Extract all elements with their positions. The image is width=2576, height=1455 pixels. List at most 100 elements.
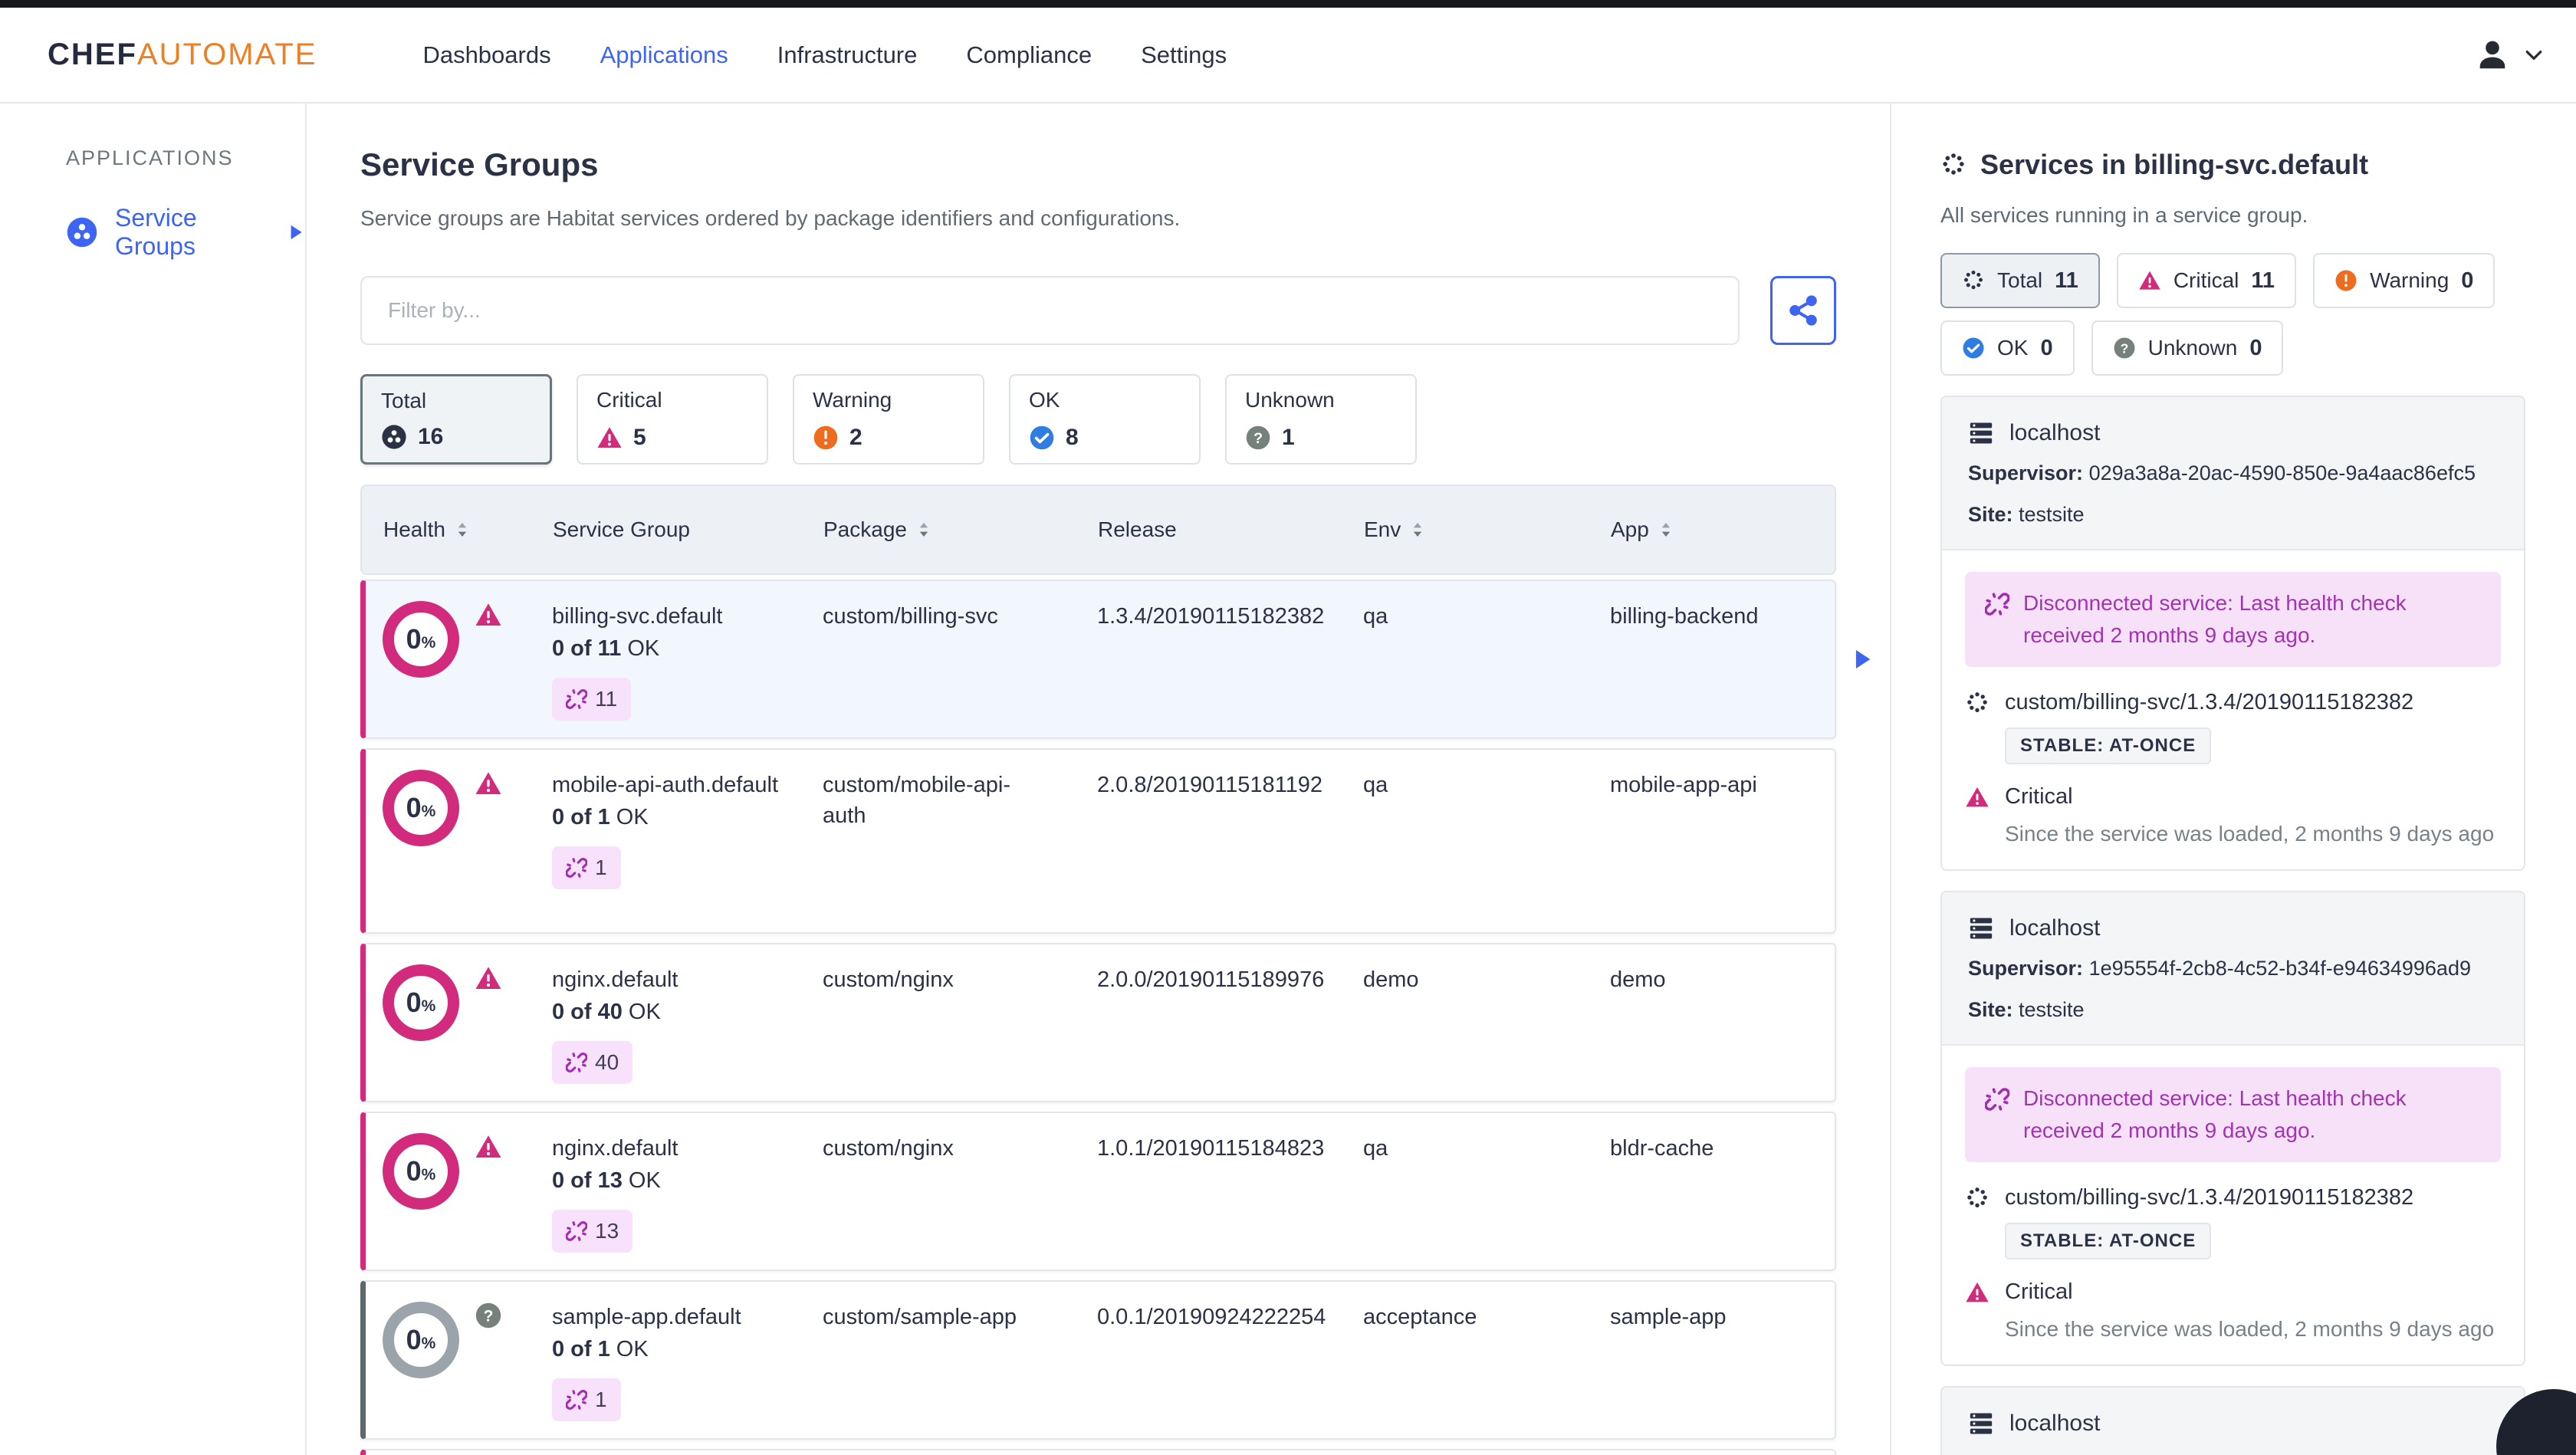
chevron-down-icon — [2522, 44, 2545, 67]
disconnected-count-badge[interactable]: 40 — [552, 1041, 633, 1084]
pill-ok[interactable]: OK 0 — [1940, 320, 2075, 376]
logo-chef: CHEF — [48, 38, 137, 71]
disconnected-count-badge[interactable]: 1 — [552, 846, 621, 889]
health-donut: 0 % — [383, 770, 459, 846]
nav-settings[interactable]: Settings — [1141, 41, 1227, 69]
app-cell: demo — [1610, 967, 1666, 992]
env-cell: qa — [1363, 604, 1388, 629]
service-group-dots-icon — [1940, 152, 1967, 178]
summary-card-unknown[interactable]: Unknown 1 — [1225, 374, 1417, 465]
table-row[interactable]: 0 % nginx.default 0 of 40 OK 40 custom/n… — [360, 943, 1836, 1102]
table-header: Health Service Group Package Release Env… — [360, 484, 1836, 575]
service-group-name: mobile-api-auth.default — [552, 773, 779, 797]
column-header-package[interactable]: Package — [823, 517, 1098, 542]
critical-icon — [1965, 785, 1990, 810]
sort-icon — [915, 521, 933, 539]
unknown-icon — [2113, 337, 2136, 360]
summary-card-label: Critical — [596, 388, 662, 412]
package-dots-icon — [1965, 691, 1990, 715]
unknown-icon — [1245, 425, 1271, 451]
service-card-body: Disconnected service: Last health check … — [1942, 550, 2524, 869]
status-line: Critical — [1965, 1279, 2501, 1305]
health-donut: 0 % — [383, 1302, 459, 1378]
chef-automate-logo[interactable]: CHEF AUTOMATE — [48, 38, 317, 72]
sidebar-heading: APPLICATIONS — [66, 146, 234, 169]
pill-unknown[interactable]: Unknown 0 — [2091, 320, 2284, 376]
critical-icon — [475, 770, 502, 797]
table-row[interactable]: 0 % sample-app.default 0 of 1 OK 1 custo… — [360, 1280, 1836, 1440]
package-identifier: custom/billing-svc/1.3.4/20190115182382 — [1965, 1185, 2501, 1210]
health-cell: 0 % — [383, 1133, 552, 1210]
nav-applications[interactable]: Applications — [600, 41, 728, 69]
summary-card-count: 5 — [633, 425, 646, 450]
supervisor-id: 2fb65869-de1b-4341-8150-3f8a7e4c5dee — [2089, 1452, 2472, 1455]
disconnected-count-badge[interactable]: 13 — [552, 1210, 633, 1253]
critical-icon — [475, 964, 502, 992]
summary-card-total[interactable]: Total 16 — [360, 374, 552, 465]
column-header-env[interactable]: Env — [1364, 517, 1611, 542]
service-card[interactable]: localhost Supervisor: 1e95554f-2cb8-4c52… — [1940, 891, 2525, 1366]
env-cell: qa — [1363, 773, 1388, 797]
table-row[interactable]: 0 % mobile-api-auth.default 0 of 1 OK 1 … — [360, 748, 1836, 934]
table-row[interactable]: 0 % billing-svc.default 0 of 11 OK 11 cu… — [360, 580, 1836, 739]
release-cell: 2.0.8/20190115181192 — [1097, 773, 1323, 797]
column-header-service-group[interactable]: Service Group — [553, 517, 823, 542]
total-dots-icon — [1962, 269, 1985, 292]
nav-dashboards[interactable]: Dashboards — [422, 41, 550, 69]
warning-icon — [813, 425, 839, 451]
pill-critical[interactable]: Critical 11 — [2116, 253, 2297, 308]
service-card[interactable]: localhost Supervisor: 2fb65869-de1b-4341… — [1940, 1386, 2525, 1455]
sort-icon — [453, 521, 472, 539]
broken-link-icon — [1985, 592, 2009, 616]
broken-link-icon — [566, 688, 587, 710]
env-cell: acceptance — [1363, 1305, 1477, 1329]
top-strip — [0, 0, 2576, 8]
since-loaded-text: Since the service was loaded, 2 months 9… — [2005, 1317, 2495, 1341]
release-cell: 1.3.4/20190115182382 — [1097, 604, 1325, 629]
channel-badge: STABLE: AT-ONCE — [2005, 728, 2212, 764]
package-cell: custom/nginx — [823, 967, 954, 992]
channel-badge: STABLE: AT-ONCE — [2005, 1223, 2212, 1260]
nav-compliance[interactable]: Compliance — [966, 41, 1092, 69]
nav-infrastructure[interactable]: Infrastructure — [777, 41, 918, 69]
summary-card-critical[interactable]: Critical 5 — [577, 374, 768, 465]
table-row[interactable]: 0 % nginx.default 0 of 13 OK 13 custom/n… — [360, 1112, 1836, 1271]
pill-warning[interactable]: Warning 0 — [2313, 253, 2496, 308]
panel-filter-pills: Total 11 Critical 11 Warning 0 OK 0 Unknown 0 — [1940, 253, 2525, 376]
summary-card-label: Unknown — [1245, 388, 1335, 412]
package-cell: custom/billing-svc — [823, 604, 998, 629]
app-cell: bldr-cache — [1610, 1136, 1714, 1161]
summary-card-warning[interactable]: Warning 2 — [793, 374, 984, 465]
pill-total[interactable]: Total 11 — [1940, 253, 2100, 308]
disconnected-count-badge[interactable]: 11 — [552, 678, 632, 721]
ok-icon — [1962, 337, 1985, 360]
column-header-app[interactable]: App — [1611, 517, 1835, 542]
summary-card-ok[interactable]: OK 8 — [1009, 374, 1201, 465]
critical-icon — [2138, 269, 2161, 292]
share-button[interactable] — [1770, 276, 1836, 345]
main-nav: Dashboards Applications Infrastructure C… — [422, 41, 1227, 69]
service-group-cell: billing-svc.default 0 of 11 OK 11 — [552, 601, 823, 721]
service-group-name: billing-svc.default — [552, 604, 723, 629]
health-cell: 0 % — [383, 770, 552, 846]
logo-automate: AUTOMATE — [136, 38, 317, 71]
server-icon — [1968, 915, 1994, 941]
user-menu[interactable] — [2475, 38, 2545, 73]
column-header-release[interactable]: Release — [1098, 517, 1364, 542]
selected-row-arrow-icon — [1848, 646, 1875, 672]
filter-input[interactable] — [360, 276, 1740, 345]
table-row[interactable] — [360, 1449, 1836, 1455]
health-donut: 0 % — [383, 964, 459, 1041]
sidebar-item-service-groups[interactable]: Service Groups — [66, 204, 305, 261]
critical-icon — [475, 1133, 502, 1161]
app-header: CHEF AUTOMATE Dashboards Applications In… — [0, 8, 2576, 103]
supervisor-id: 1e95554f-2cb8-4c52-b34f-e94634996ad9 — [2088, 957, 2471, 980]
column-header-health[interactable]: Health — [383, 517, 553, 542]
summary-card-count: 2 — [849, 425, 863, 450]
service-card-header: localhost Supervisor: 029a3a8a-20ac-4590… — [1942, 397, 2524, 550]
service-card-header: localhost Supervisor: 2fb65869-de1b-4341… — [1942, 1388, 2524, 1455]
ok-icon — [1029, 425, 1055, 451]
disconnected-count-badge[interactable]: 1 — [552, 1378, 621, 1421]
service-card[interactable]: localhost Supervisor: 029a3a8a-20ac-4590… — [1940, 396, 2525, 871]
site-name: testsite — [2019, 998, 2085, 1021]
